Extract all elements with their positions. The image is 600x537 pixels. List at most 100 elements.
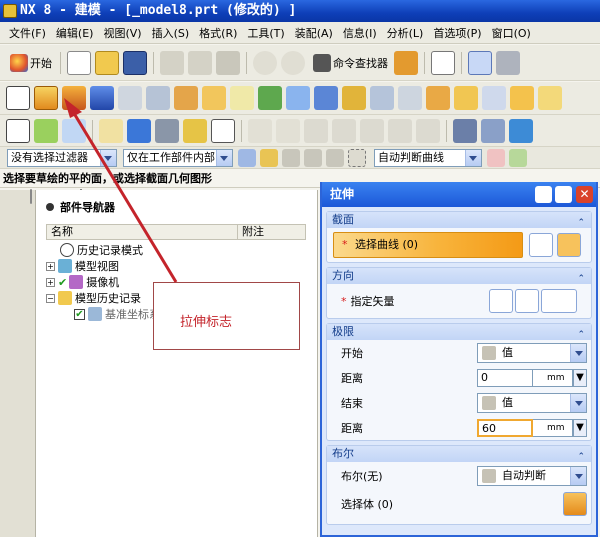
trim-body-icon[interactable] [482, 86, 506, 110]
start-button[interactable]: 开始 [4, 51, 56, 75]
command-finder-button[interactable]: 命令查找器 [307, 51, 392, 75]
specify-vector-row[interactable]: * 指定矢量 [327, 284, 591, 318]
collapse-icon[interactable]: − [46, 293, 55, 303]
spline-icon[interactable] [481, 118, 505, 143]
menu-insert[interactable]: 插入(S) [147, 25, 195, 41]
menu-tools[interactable]: 工具(T) [242, 25, 289, 41]
menu-window[interactable]: 窗口(O) [487, 25, 536, 41]
menu-format[interactable]: 格式(R) [194, 25, 242, 41]
subtract-icon[interactable] [314, 86, 338, 110]
draft-icon[interactable] [426, 86, 450, 110]
text-icon[interactable] [211, 118, 235, 143]
menu-analysis[interactable]: 分析(L) [382, 25, 429, 41]
chevron-down-icon[interactable] [570, 394, 586, 412]
new-file-icon[interactable] [67, 50, 91, 75]
reset-icon[interactable] [535, 186, 552, 203]
g1-continuity-icon[interactable] [332, 118, 356, 143]
extrude-icon[interactable] [34, 86, 58, 110]
split-body-icon[interactable] [510, 86, 534, 110]
vector-constructor-icon[interactable] [515, 289, 539, 313]
start-distance-input[interactable]: 0 [477, 369, 533, 387]
column-header-notes[interactable]: 附注 [237, 225, 264, 239]
select-body-row[interactable]: 选择体 (0) [327, 489, 591, 519]
vector-type-dropdown-icon[interactable] [541, 289, 577, 313]
unite-icon[interactable] [286, 86, 310, 110]
save-icon[interactable] [123, 50, 147, 75]
spring-icon[interactable] [453, 118, 477, 143]
start-type-combo[interactable]: 值 [477, 343, 587, 363]
datum-csys-icon[interactable] [258, 86, 282, 110]
sketch-section-icon[interactable] [529, 233, 553, 257]
direction-header[interactable]: 方向 ⌃ [327, 268, 591, 284]
edge-blend-icon[interactable] [342, 86, 366, 110]
analysis-icon[interactable] [416, 118, 440, 143]
column-header-name[interactable]: 名称 [47, 225, 237, 239]
arrow-down-icon[interactable]: ▼ [573, 369, 587, 387]
arrow-down-icon[interactable]: ▼ [573, 419, 587, 437]
cut-icon[interactable] [160, 50, 184, 75]
limits-header[interactable]: 极限 ⌃ [327, 324, 591, 340]
chamfer-icon[interactable] [370, 86, 394, 110]
select-all-icon[interactable] [326, 148, 344, 167]
g2-continuity-icon[interactable] [360, 118, 384, 143]
select-face-icon[interactable] [282, 148, 300, 167]
menu-assemblies[interactable]: 装配(A) [290, 25, 338, 41]
g3-continuity-icon[interactable] [388, 118, 412, 143]
edit-parameters-icon[interactable] [127, 118, 151, 143]
offset-face-icon[interactable] [454, 86, 478, 110]
hole-icon[interactable] [118, 86, 142, 110]
menu-edit[interactable]: 编辑(E) [51, 25, 99, 41]
selection-scope-combo[interactable]: 仅在工作部件内部 [123, 148, 233, 167]
snap-icon[interactable] [260, 148, 278, 167]
expand-icon[interactable]: + [46, 261, 55, 271]
tree-row-model-views[interactable]: + 模型视图 [46, 258, 306, 274]
boolean-combo[interactable]: 自动判断 [477, 466, 587, 486]
redo-icon[interactable] [281, 50, 305, 75]
curve-icon[interactable] [248, 118, 272, 143]
filter-icon[interactable] [238, 148, 256, 167]
copy-icon[interactable] [188, 50, 212, 75]
expression-icon[interactable] [99, 118, 123, 143]
revolve-icon[interactable] [62, 86, 86, 110]
curve-rule-combo[interactable]: 自动判断曲线 [374, 148, 482, 167]
point-icon[interactable] [230, 86, 254, 110]
pattern-icon[interactable] [174, 86, 198, 110]
pin-icon[interactable] [46, 203, 54, 211]
block-icon[interactable] [90, 86, 114, 110]
g0-continuity-icon[interactable] [304, 118, 328, 143]
paste-icon[interactable] [216, 50, 240, 75]
end-type-combo[interactable]: 值 [477, 393, 587, 413]
reverse-direction-icon[interactable] [489, 289, 513, 313]
shell-icon[interactable] [398, 86, 422, 110]
close-icon[interactable]: ✕ [576, 186, 593, 203]
feature-table-icon[interactable] [6, 118, 30, 143]
end-distance-input[interactable]: 60 [477, 419, 533, 437]
thicken-icon[interactable] [538, 86, 562, 110]
offset-curve-icon[interactable] [276, 118, 300, 143]
menu-file[interactable]: 文件(F) [4, 25, 51, 41]
menu-information[interactable]: 信息(I) [338, 25, 382, 41]
undo-icon[interactable] [253, 50, 277, 75]
stop-at-intersection-icon[interactable] [487, 148, 505, 167]
section-header[interactable]: 截面 ⌃ [327, 212, 591, 228]
select-edge-icon[interactable] [304, 148, 322, 167]
menu-preferences[interactable]: 首选项(P) [428, 25, 486, 41]
select-curve-field[interactable]: * 选择曲线 (0) [333, 232, 523, 258]
boss-icon[interactable] [146, 86, 170, 110]
roles-icon[interactable] [496, 50, 520, 75]
datum-plane-icon[interactable] [202, 86, 226, 110]
part-navigator-icon[interactable] [30, 189, 32, 204]
gear-icon[interactable] [555, 186, 572, 203]
replace-feature-icon[interactable] [183, 118, 207, 143]
spreadsheet-icon[interactable] [62, 118, 86, 143]
boolean-header[interactable]: 布尔 ⌃ [327, 446, 591, 462]
open-folder-icon[interactable] [95, 50, 119, 75]
book-icon[interactable] [394, 50, 418, 75]
tools-icon[interactable] [509, 118, 533, 143]
layer-icon[interactable] [34, 118, 58, 143]
menu-view[interactable]: 视图(V) [98, 25, 146, 41]
expand-icon[interactable]: + [46, 277, 55, 287]
information-icon[interactable] [431, 50, 455, 75]
chevron-down-icon[interactable] [570, 344, 586, 362]
chevron-down-icon[interactable] [570, 467, 586, 485]
